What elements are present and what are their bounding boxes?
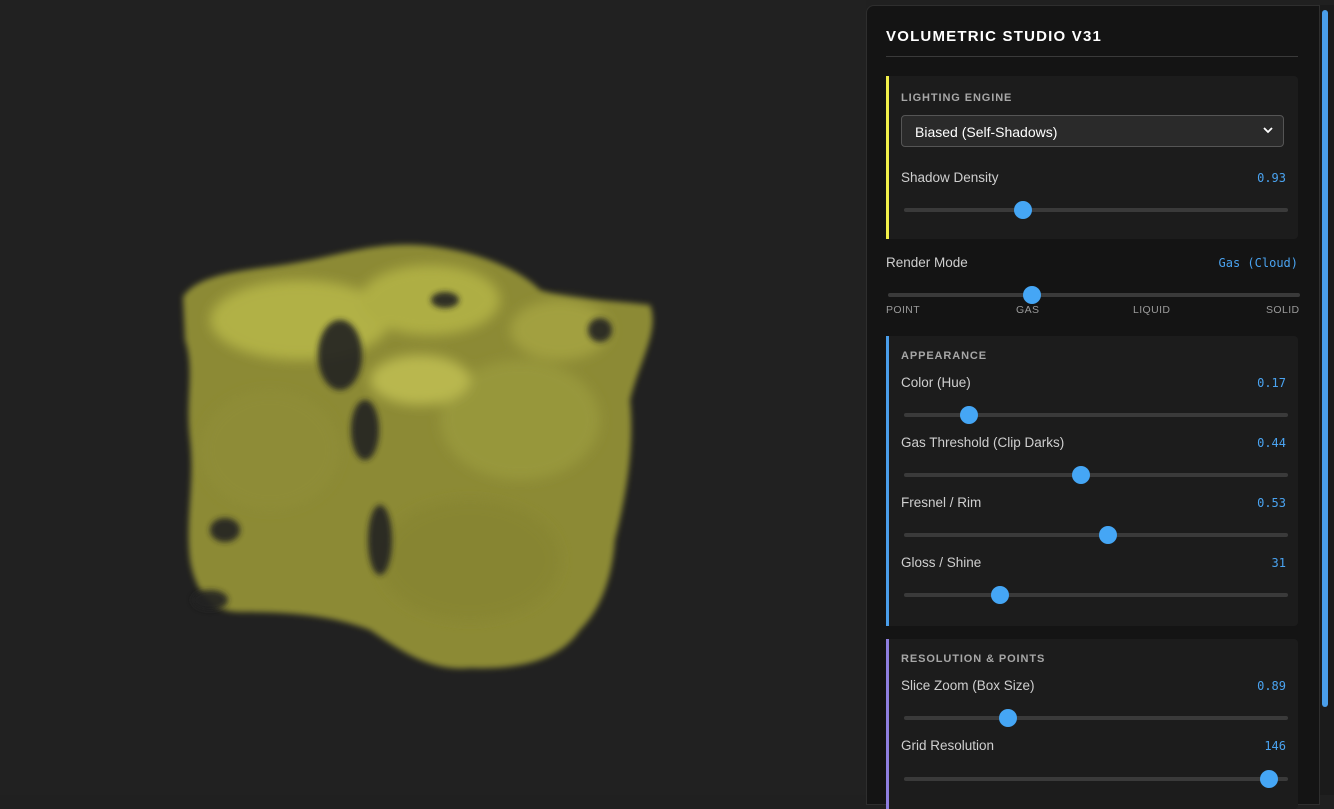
gas-threshold-label: Gas Threshold (Clip Darks) xyxy=(901,435,1065,450)
lighting-engine-select[interactable]: Biased (Self-Shadows) xyxy=(901,115,1284,147)
section-heading: LIGHTING ENGINE xyxy=(901,92,1013,104)
scrollbar-thumb[interactable] xyxy=(1322,10,1328,707)
gas-threshold-slider[interactable] xyxy=(904,466,1288,484)
render-mode-label: Render Mode xyxy=(886,255,968,270)
slider-thumb[interactable] xyxy=(1259,770,1278,788)
shadow-density-label: Shadow Density xyxy=(901,170,999,185)
slider-thumb[interactable] xyxy=(998,709,1017,727)
appearance-section: APPEARANCE Color (Hue) 0.17 Gas Threshol… xyxy=(886,336,1298,626)
panel-title: VOLUMETRIC STUDIO V31 xyxy=(886,28,1103,45)
title-divider xyxy=(886,56,1298,57)
tick-solid: SOLID xyxy=(1266,304,1300,316)
gloss-shine-slider[interactable] xyxy=(904,586,1288,604)
volume-render xyxy=(183,244,653,669)
gloss-shine-value: 31 xyxy=(1271,556,1286,570)
fresnel-rim-slider[interactable] xyxy=(904,526,1288,544)
gas-threshold-value: 0.44 xyxy=(1257,436,1286,450)
slider-thumb[interactable] xyxy=(1071,466,1090,484)
section-accent-bar xyxy=(886,639,889,809)
slider-thumb[interactable] xyxy=(1023,286,1042,304)
grid-resolution-slider[interactable] xyxy=(904,770,1288,788)
tick-point: POINT xyxy=(886,304,921,316)
lighting-engine-section: LIGHTING ENGINE Biased (Self-Shadows) Sh… xyxy=(886,76,1298,239)
color-hue-value: 0.17 xyxy=(1257,376,1286,390)
select-value: Biased (Self-Shadows) xyxy=(915,124,1058,140)
color-hue-label: Color (Hue) xyxy=(901,375,971,390)
tick-liquid: LIQUID xyxy=(1133,304,1171,316)
volume-viewport[interactable] xyxy=(0,0,866,795)
slice-zoom-value: 0.89 xyxy=(1257,679,1286,693)
shadow-density-slider[interactable] xyxy=(904,201,1288,219)
section-heading: APPEARANCE xyxy=(901,350,988,362)
chevron-down-icon xyxy=(1263,127,1273,134)
slider-thumb[interactable] xyxy=(960,406,979,424)
slice-zoom-slider[interactable] xyxy=(904,709,1288,727)
slider-thumb[interactable] xyxy=(1014,201,1033,219)
grid-resolution-label: Grid Resolution xyxy=(901,738,995,753)
slider-thumb[interactable] xyxy=(1098,526,1117,544)
section-accent-bar xyxy=(886,76,889,239)
color-hue-slider[interactable] xyxy=(904,406,1288,424)
slice-zoom-label: Slice Zoom (Box Size) xyxy=(901,678,1035,693)
section-accent-bar xyxy=(886,336,889,626)
shadow-density-value: 0.93 xyxy=(1257,171,1286,185)
fresnel-rim-value: 0.53 xyxy=(1257,496,1286,510)
slider-thumb[interactable] xyxy=(991,586,1009,604)
section-heading: RESOLUTION & POINTS xyxy=(901,653,1046,665)
control-panel: VOLUMETRIC STUDIO V31 LIGHTING ENGINE Bi… xyxy=(866,5,1320,809)
tick-gas: GAS xyxy=(1016,304,1040,316)
fresnel-rim-label: Fresnel / Rim xyxy=(901,495,982,510)
resolution-points-section: RESOLUTION & POINTS Slice Zoom (Box Size… xyxy=(886,639,1298,809)
render-mode-slider[interactable] xyxy=(888,286,1300,304)
render-mode-value: Gas (Cloud) xyxy=(1218,256,1298,270)
grid-resolution-value: 146 xyxy=(1264,739,1286,753)
gloss-shine-label: Gloss / Shine xyxy=(901,555,982,570)
